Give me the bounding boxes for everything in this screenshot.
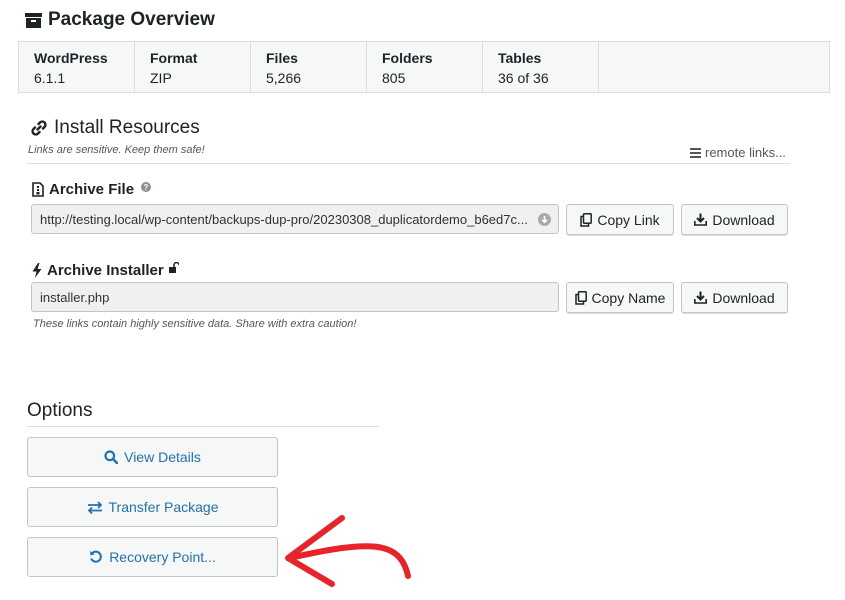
- copy-icon: [574, 290, 587, 305]
- svg-text:?: ?: [144, 183, 149, 192]
- unlock-icon: [168, 262, 179, 273]
- package-overview-label: Package Overview: [48, 9, 215, 30]
- archive-installer-label: Archive Installer: [47, 262, 164, 279]
- overview-value: 6.1.1: [34, 70, 66, 86]
- overview-value: 5,266: [266, 70, 302, 86]
- download-icon: [694, 213, 708, 226]
- search-icon: [104, 450, 119, 464]
- recovery-point-button[interactable]: Recovery Point...: [27, 537, 278, 577]
- overview-key: Format: [150, 50, 198, 66]
- options-divider: [27, 426, 379, 427]
- install-resources-title: Install Resources: [30, 117, 200, 139]
- overview-value: 36 of 36: [498, 70, 549, 86]
- annotation-arrow: [280, 510, 420, 590]
- remote-links-link[interactable]: remote links...: [690, 145, 786, 160]
- transfer-package-button[interactable]: Transfer Package: [27, 487, 278, 527]
- install-resources-label: Install Resources: [54, 117, 200, 138]
- sensitive-note: Links are sensitive. Keep them safe!: [28, 144, 205, 156]
- overview-key: Folders: [382, 50, 433, 66]
- bolt-icon: [32, 263, 42, 278]
- installer-download-label: Download: [712, 289, 775, 306]
- package-overview-table: WordPress 6.1.1 Format ZIP Files 5,266 F…: [18, 41, 830, 93]
- archive-installer-title: Archive Installer: [32, 262, 179, 279]
- archive-url-value: http://testing.local/wp-content/backups-…: [40, 211, 528, 227]
- archive-box-icon: [25, 12, 42, 28]
- download-circle-icon[interactable]: [538, 213, 551, 226]
- overview-key: Tables: [498, 50, 542, 66]
- copy-link-label: Copy Link: [597, 211, 660, 228]
- copy-icon: [580, 212, 593, 227]
- installer-name-value: installer.php: [40, 289, 110, 305]
- transfer-package-label: Transfer Package: [108, 499, 219, 515]
- package-overview-title: Package Overview: [25, 9, 215, 31]
- list-icon: [690, 147, 701, 158]
- file-zip-icon: [32, 182, 44, 197]
- overview-value: 805: [382, 70, 406, 86]
- view-details-label: View Details: [124, 449, 201, 465]
- archive-download-label: Download: [712, 211, 775, 228]
- overview-key: WordPress: [34, 50, 108, 66]
- installer-name-input[interactable]: installer.php: [31, 282, 559, 312]
- overview-cell-folders: Folders 805: [367, 42, 483, 92]
- link-icon: [30, 119, 48, 137]
- exchange-icon: [87, 500, 103, 514]
- archive-file-label: Archive File: [49, 181, 135, 198]
- download-icon: [694, 291, 708, 304]
- archive-url-input[interactable]: http://testing.local/wp-content/backups-…: [31, 204, 559, 234]
- overview-cell-tables: Tables 36 of 36: [483, 42, 599, 92]
- overview-value: ZIP: [150, 70, 172, 86]
- recovery-point-label: Recovery Point...: [109, 549, 216, 565]
- copy-name-button[interactable]: Copy Name: [566, 282, 674, 313]
- undo-icon: [89, 550, 103, 564]
- divider: [27, 163, 790, 164]
- copy-name-label: Copy Name: [591, 289, 666, 306]
- archive-download-button[interactable]: Download: [681, 204, 788, 235]
- copy-link-button[interactable]: Copy Link: [566, 204, 674, 235]
- warning-note: These links contain highly sensitive dat…: [33, 318, 357, 330]
- overview-cell-files: Files 5,266: [251, 42, 367, 92]
- overview-cell-empty: [599, 42, 829, 92]
- overview-cell-format: Format ZIP: [135, 42, 251, 92]
- remote-links-label: remote links...: [705, 145, 786, 160]
- overview-key: Files: [266, 50, 298, 66]
- archive-file-title: Archive File ?: [32, 181, 152, 198]
- installer-download-button[interactable]: Download: [681, 282, 788, 313]
- options-title: Options: [27, 400, 93, 421]
- overview-cell-wordpress: WordPress 6.1.1: [19, 42, 135, 92]
- view-details-button[interactable]: View Details: [27, 437, 278, 477]
- help-icon[interactable]: ?: [141, 181, 152, 192]
